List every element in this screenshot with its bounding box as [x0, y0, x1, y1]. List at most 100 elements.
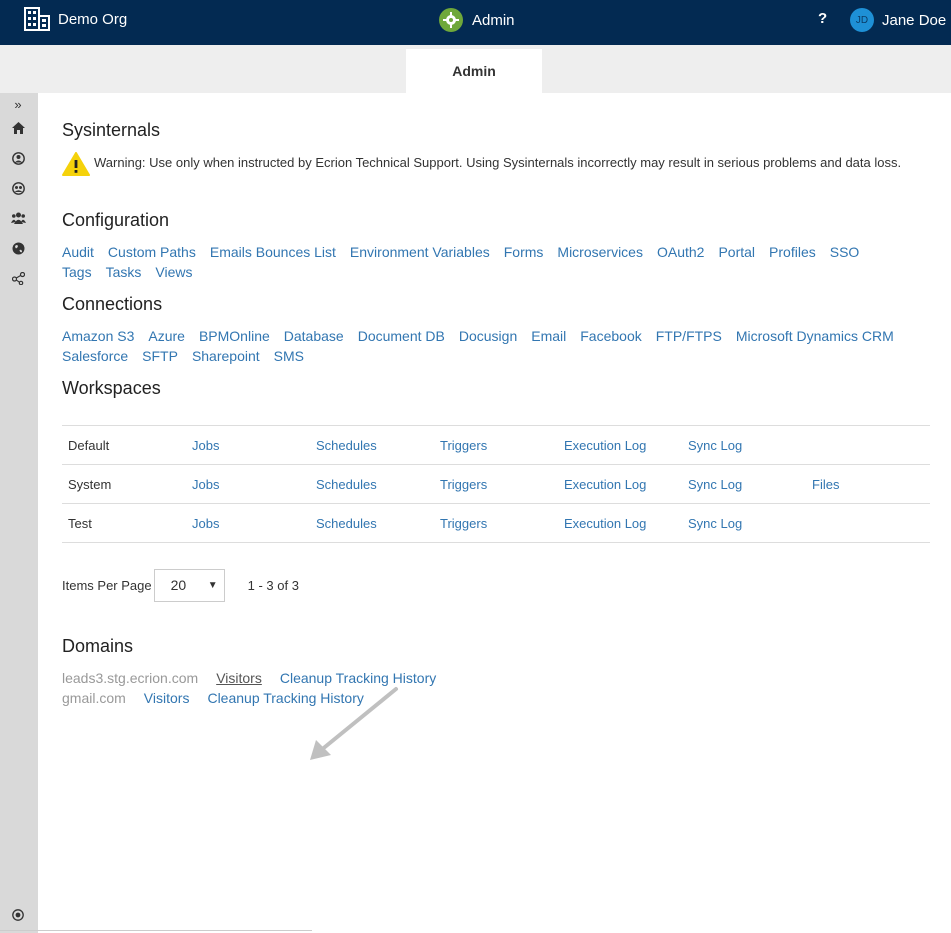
connection-links-row-2: Salesforce SFTP Sharepoint SMS [62, 348, 318, 364]
user-icon[interactable] [9, 149, 27, 167]
execution-log-link[interactable]: Execution Log [558, 425, 682, 465]
sync-log-link[interactable]: Sync Log [682, 464, 806, 504]
connection-link-document-db[interactable]: Document DB [358, 328, 445, 344]
files-link [806, 503, 930, 543]
domain-name: leads3.stg.ecrion.com [62, 670, 199, 686]
config-link-microservices[interactable]: Microservices [557, 244, 643, 260]
tab-admin[interactable]: Admin [406, 49, 542, 93]
domain-name: gmail.com [62, 690, 126, 706]
target-icon[interactable] [9, 906, 27, 924]
config-link-forms[interactable]: Forms [504, 244, 544, 260]
items-per-page-value: 20 [170, 577, 187, 593]
sync-log-link[interactable]: Sync Log [682, 425, 806, 465]
execution-log-link[interactable]: Execution Log [558, 464, 682, 504]
items-per-page-label: Items Per Page [62, 578, 152, 593]
workspace-name: Test [62, 503, 186, 543]
connection-link-database[interactable]: Database [284, 328, 344, 344]
connection-link-microsoft-dynamics-crm[interactable]: Microsoft Dynamics CRM [736, 328, 894, 344]
connection-link-email[interactable]: Email [531, 328, 566, 344]
org-name: Demo Org [58, 10, 128, 28]
config-link-audit[interactable]: Audit [62, 244, 94, 260]
connection-link-salesforce[interactable]: Salesforce [62, 348, 128, 364]
contacts-icon[interactable] [9, 179, 27, 197]
connection-link-azure[interactable]: Azure [148, 328, 185, 344]
items-per-page-select[interactable]: 20 ▼ [153, 569, 225, 602]
table-row: Default Jobs Schedules Triggers Executio… [62, 425, 930, 465]
schedules-link[interactable]: Schedules [310, 425, 434, 465]
pagination-range: 1 - 3 of 3 [247, 578, 299, 593]
files-link [806, 425, 930, 465]
admin-title: Admin [439, 8, 515, 32]
connection-links-row-1: Amazon S3 Azure BPMOnline Database Document … [62, 328, 908, 344]
user-name: Jane Doe [882, 11, 947, 29]
connection-link-amazon-s3[interactable]: Amazon S3 [62, 328, 134, 344]
expand-sidebar-icon[interactable]: » [9, 95, 27, 113]
execution-log-link[interactable]: Execution Log [558, 503, 682, 543]
admin-label: Admin [472, 11, 515, 29]
workspaces-table: Default Jobs Schedules Triggers Executio… [62, 425, 930, 543]
table-row: Test Jobs Schedules Triggers Execution L… [62, 503, 930, 543]
workspace-name: System [62, 464, 186, 504]
cleanup-tracking-history-link[interactable]: Cleanup Tracking History [280, 670, 436, 686]
home-icon[interactable] [9, 119, 27, 137]
connection-link-sharepoint[interactable]: Sharepoint [192, 348, 260, 364]
users-group-icon[interactable] [9, 209, 27, 227]
pagination: Items Per Page 20 ▼ 1 - 3 of 3 [62, 569, 299, 602]
connection-link-sftp[interactable]: SFTP [142, 348, 178, 364]
domain-row: leads3.stg.ecrion.com Visitors Cleanup Tra… [62, 670, 454, 686]
building-icon [24, 7, 50, 31]
config-link-views[interactable]: Views [155, 264, 192, 280]
triggers-link[interactable]: Triggers [434, 464, 558, 504]
connection-link-docusign[interactable]: Docusign [459, 328, 517, 344]
configuration-links-row-2: Tags Tasks Views [62, 264, 206, 280]
triggers-link[interactable]: Triggers [434, 425, 558, 465]
workspace-name: Default [62, 425, 186, 465]
visitors-link[interactable]: Visitors [144, 690, 190, 706]
connection-link-bpmonline[interactable]: BPMOnline [199, 328, 270, 344]
connection-link-ftp-ftps[interactable]: FTP/FTPS [656, 328, 722, 344]
configuration-links-row-1: Audit Custom Paths Emails Bounces List Envi… [62, 244, 873, 260]
tab-strip: Admin [0, 45, 951, 93]
avatar: JD [850, 8, 874, 32]
configuration-heading: Configuration [62, 210, 170, 230]
triggers-link[interactable]: Triggers [434, 503, 558, 543]
config-link-tasks[interactable]: Tasks [106, 264, 142, 280]
schedules-link[interactable]: Schedules [310, 464, 434, 504]
domains-heading: Domains [62, 636, 134, 656]
user-menu[interactable]: JD Jane Doe [850, 8, 946, 32]
warning-icon [62, 152, 90, 176]
org-switcher[interactable]: Demo Org [24, 7, 127, 31]
config-link-profiles[interactable]: Profiles [769, 244, 816, 260]
config-link-portal[interactable]: Portal [718, 244, 755, 260]
jobs-link[interactable]: Jobs [186, 425, 310, 465]
table-row: System Jobs Schedules Triggers Execution… [62, 464, 930, 504]
caret-down-icon: ▼ [207, 580, 218, 591]
schedules-link[interactable]: Schedules [310, 503, 434, 543]
top-bar: Demo Org Admin ? JD Jane Doe [0, 0, 951, 45]
pointer-arrow-icon [310, 687, 398, 760]
gear-icon [439, 8, 463, 32]
workspaces-heading: Workspaces [62, 378, 161, 398]
files-link[interactable]: Files [806, 464, 930, 504]
globe-icon[interactable] [9, 239, 27, 257]
share-icon[interactable] [9, 269, 27, 287]
config-link-oauth2[interactable]: OAuth2 [657, 244, 704, 260]
warning-text: Warning: Use only when instructed by Ecr… [94, 155, 902, 170]
jobs-link[interactable]: Jobs [186, 503, 310, 543]
help-button[interactable]: ? [818, 10, 827, 27]
config-link-emails-bounces-list[interactable]: Emails Bounces List [210, 244, 336, 260]
jobs-link[interactable]: Jobs [186, 464, 310, 504]
config-link-custom-paths[interactable]: Custom Paths [108, 244, 196, 260]
connections-heading: Connections [62, 294, 163, 314]
bottom-divider [0, 930, 312, 931]
sync-log-link[interactable]: Sync Log [682, 503, 806, 543]
config-link-tags[interactable]: Tags [62, 264, 92, 280]
warning-message: Warning: Use only when instructed by Ecr… [62, 151, 922, 176]
visitors-link[interactable]: Visitors [216, 670, 262, 686]
config-link-sso[interactable]: SSO [830, 244, 860, 260]
connection-link-facebook[interactable]: Facebook [580, 328, 641, 344]
sidebar: » [0, 93, 38, 933]
connection-link-sms[interactable]: SMS [274, 348, 304, 364]
sysinternals-heading: Sysinternals [62, 120, 161, 140]
config-link-environment-variables[interactable]: Environment Variables [350, 244, 490, 260]
